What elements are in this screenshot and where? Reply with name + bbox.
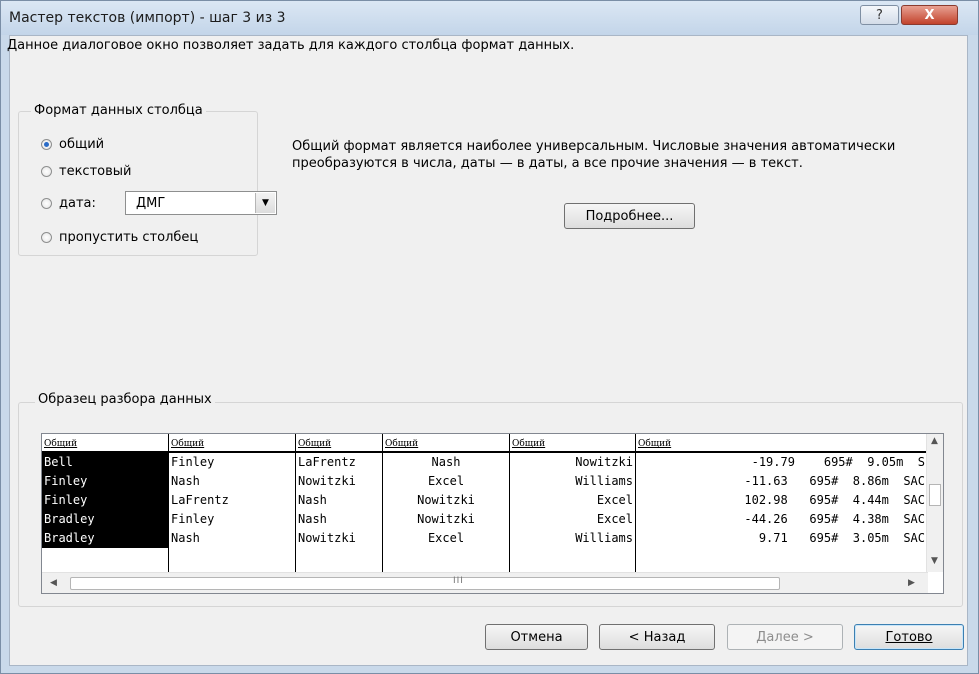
column-header[interactable]: Общий: [296, 434, 383, 453]
preview-column-5[interactable]: Общий Nowitzki Williams Excel Excel Will…: [510, 434, 636, 572]
radio-date-label: дата:: [59, 196, 96, 211]
table-cell: Excel: [596, 512, 633, 526]
table-cell: Nash: [298, 493, 327, 507]
table-cell: Nash: [171, 531, 200, 545]
column-separator[interactable]: [509, 434, 510, 572]
radio-skip-column[interactable]: пропустить столбец: [41, 230, 198, 245]
column-header[interactable]: Общий: [636, 434, 928, 453]
column-header[interactable]: Общий: [42, 434, 169, 453]
table-cell: LaFrentz: [298, 455, 356, 469]
preview-column-1[interactable]: Общий Bell Finley Finley Bradley Bradley: [42, 434, 169, 572]
table-cell: Nowitzki: [417, 512, 475, 526]
radio-general-label: общий: [59, 137, 105, 152]
scroll-grip: III: [453, 576, 464, 586]
column-format-group-title: Формат данных столбца: [31, 103, 206, 118]
scroll-down-icon[interactable]: ▼: [931, 556, 938, 566]
table-cell: Nowitzki: [298, 531, 356, 545]
chevron-down-icon[interactable]: ▼: [255, 193, 275, 213]
table-cell: Nash: [431, 455, 461, 469]
table-cell: Bradley: [42, 510, 169, 529]
radio-date[interactable]: дата:: [41, 196, 96, 211]
scroll-up-icon[interactable]: ▲: [931, 436, 938, 446]
radio-skip-column-button[interactable]: [41, 232, 52, 243]
help-icon: ?: [876, 7, 883, 23]
table-cell: Finley: [42, 491, 169, 510]
preview-column-6[interactable]: Общий -19.79 695# 9.05m S -11.63 695# 8.…: [636, 434, 928, 572]
column-separator[interactable]: [635, 434, 636, 572]
cancel-button[interactable]: Отмена: [485, 624, 588, 650]
table-cell: Nash: [171, 474, 200, 488]
radio-skip-column-label: пропустить столбец: [59, 230, 199, 245]
table-cell: Nowitzki: [417, 493, 475, 507]
data-preview[interactable]: Общий Bell Finley Finley Bradley Bradley…: [41, 433, 944, 594]
scroll-right-icon[interactable]: ▶: [908, 578, 915, 588]
date-format-value: ДМГ: [136, 196, 166, 211]
finish-button[interactable]: Готово: [854, 624, 964, 650]
preview-grid[interactable]: Общий Bell Finley Finley Bradley Bradley…: [42, 434, 928, 572]
table-cell: 102.98 695# 4.44m SAC: [744, 493, 925, 507]
table-cell: Excel: [427, 474, 465, 488]
preview-column-3[interactable]: Общий LaFrentz Nowitzki Nash Nash Nowitz…: [296, 434, 383, 572]
data-preview-group-title: Образец разбора данных: [35, 392, 215, 407]
column-header[interactable]: Общий: [169, 434, 296, 453]
table-cell: Bell: [42, 453, 169, 472]
column-separator[interactable]: [168, 434, 169, 572]
table-cell: Bradley: [42, 529, 169, 548]
column-header[interactable]: Общий: [510, 434, 636, 453]
table-cell: -11.63 695# 8.86m SAC: [744, 474, 925, 488]
table-cell: Finley: [171, 512, 215, 526]
table-cell: Finley: [171, 455, 215, 469]
table-cell: Williams: [575, 474, 633, 488]
next-button-label: Далее >: [756, 629, 814, 645]
text-import-wizard-window: Мастер текстов (импорт) - шаг 3 из 3 ? X…: [0, 0, 979, 674]
table-cell: Nowitzki: [298, 474, 356, 488]
radio-text[interactable]: текстовый: [41, 164, 131, 179]
cancel-button-label: Отмена: [510, 629, 563, 645]
horizontal-scrollbar[interactable]: ◀ III ▶: [42, 572, 928, 593]
table-cell: Excel: [596, 493, 633, 507]
table-cell: Williams: [575, 531, 633, 545]
details-button-label: Подробнее...: [585, 208, 674, 224]
radio-text-button[interactable]: [41, 166, 52, 177]
radio-date-button[interactable]: [41, 198, 52, 209]
preview-column-4[interactable]: Общий Nash Excel Nowitzki Nowitzki Excel: [383, 434, 510, 572]
next-button[interactable]: Далее >: [727, 624, 843, 650]
title-bar[interactable]: Мастер текстов (импорт) - шаг 3 из 3 ? X: [1, 1, 978, 35]
back-button[interactable]: < Назад: [599, 624, 715, 650]
column-separator[interactable]: [382, 434, 383, 572]
horizontal-scroll-thumb[interactable]: III: [70, 576, 780, 590]
column-header[interactable]: Общий: [383, 434, 510, 453]
finish-button-label: Готово: [885, 629, 933, 645]
table-cell: -19.79 695# 9.05m S: [729, 455, 925, 469]
details-button[interactable]: Подробнее...: [564, 203, 695, 229]
window-title: Мастер текстов (импорт) - шаг 3 из 3: [9, 10, 286, 26]
intro-text: Данное диалоговое окно позволяет задать …: [7, 38, 575, 53]
vertical-scrollbar[interactable]: ▲ ▼: [926, 434, 943, 572]
table-cell: Finley: [42, 472, 169, 491]
radio-general-button[interactable]: [41, 139, 52, 150]
scroll-left-icon[interactable]: ◀: [50, 578, 57, 588]
preview-column-2[interactable]: Общий Finley Nash LaFrentz Finley Nash: [169, 434, 296, 572]
help-button[interactable]: ?: [860, 5, 899, 25]
table-cell: Excel: [427, 531, 465, 545]
column-separator[interactable]: [295, 434, 296, 572]
table-cell: Nash: [298, 512, 327, 526]
format-description: Общий формат является наиболее универсал…: [292, 139, 896, 171]
close-button[interactable]: X: [901, 5, 958, 25]
back-button-label: < Назад: [628, 629, 686, 645]
radio-text-label: текстовый: [59, 164, 132, 179]
table-cell: -44.26 695# 4.38m SAC: [744, 512, 925, 526]
date-format-select[interactable]: ДМГ ▼: [125, 191, 277, 215]
radio-general[interactable]: общий: [41, 137, 104, 152]
table-cell: Nowitzki: [575, 455, 633, 469]
close-icon: X: [924, 7, 935, 23]
vertical-scroll-thumb[interactable]: [929, 484, 941, 506]
table-cell: LaFrentz: [171, 493, 229, 507]
table-cell: 9.71 695# 3.05m SAC: [744, 531, 925, 545]
